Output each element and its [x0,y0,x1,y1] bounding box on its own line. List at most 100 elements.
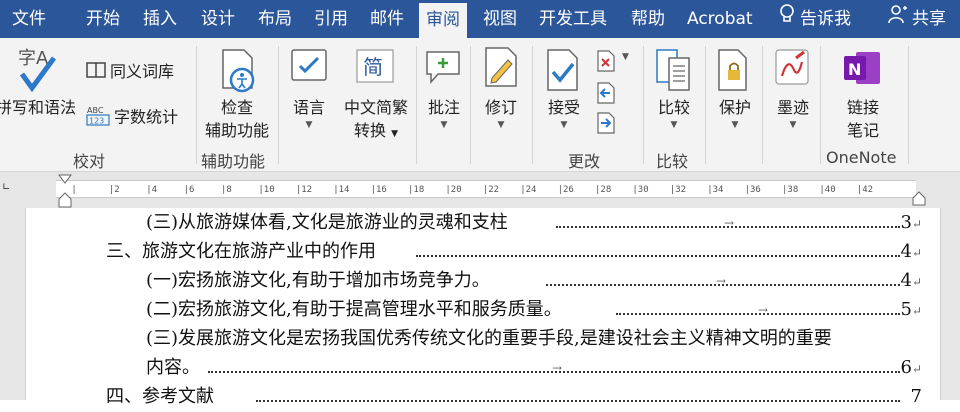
ruler-tick-label: |36 [744,185,761,195]
protect-button[interactable]: 保护 ▼ [714,96,756,131]
ruler-tick-label: |30 [632,185,649,195]
group-label-accessibility: 辅助功能 [201,152,266,171]
toc-entry: (三)发展旅游文化是宏扬我国优秀传统文化的重要手段,是建设社会主义精神文明的重要 [146,328,832,349]
ruler-tick-label: |18 [408,185,425,195]
tab-developer[interactable]: 开发工具 [539,0,607,38]
dot-leader [416,237,900,257]
tab-home[interactable]: 开始 [86,0,120,38]
tell-me-label: 告诉我 [800,9,851,29]
language-icon [290,48,328,90]
ruler-tick-label: |6 [183,185,195,195]
paragraph-mark-icon: ↵ [911,217,922,231]
horizontal-ruler[interactable]: ∟ | |2 |4 |6 |8 |10 |12 |14 |16 |18 |20 |22 |24 |26 |2… [0,172,960,208]
group-separator [762,46,763,164]
group-separator [278,46,279,164]
group-separator [470,46,471,164]
previous-change-icon[interactable] [596,82,616,108]
reject-icon[interactable] [596,50,616,76]
compare-icon [655,48,693,96]
comment-icon [424,48,462,90]
chevron-down-icon: ▼ [670,120,678,130]
comments-button[interactable]: 批注 ▼ [423,96,465,131]
chevron-down-icon: ▼ [789,120,797,130]
word-count-button[interactable]: ABC 123 字数统计 [86,104,178,132]
group-separator [705,46,706,164]
chevron-down-icon: ▼ [391,129,399,139]
ruler-tick-label: | [71,185,77,195]
tab-design[interactable]: 设计 [201,0,235,38]
tab-mark-icon: → [724,216,735,230]
group-separator [643,46,644,164]
tab-view[interactable]: 视图 [483,0,517,38]
scrollbar[interactable] [940,208,960,400]
lightbulb-icon [778,0,796,38]
tab-mark-icon: → [552,361,563,375]
chevron-down-icon: ▼ [440,120,448,130]
group-separator [820,46,821,164]
ruler-tick-label: |42 [856,185,874,195]
ink-icon [774,48,810,92]
tab-mark-icon: → [716,274,727,288]
indent-marker-icon[interactable] [58,174,72,212]
ruler-tick-label: |8 [221,185,232,195]
thesaurus-button[interactable]: 同义词库 [86,60,174,85]
ruler-tick-label: |38 [782,185,799,195]
ruler-tick-label: |20 [445,185,462,195]
share-label: 共享 [912,9,946,29]
tab-acrobat[interactable]: Acrobat [687,0,753,38]
ruler-tick-label: |24 [520,185,537,195]
chevron-down-icon: ▼ [731,120,739,130]
tab-layout[interactable]: 布局 [258,0,292,38]
dot-leader [256,382,900,402]
ruler-tick-label: |32 [669,185,687,195]
paragraph-mark-icon: ↵ [911,246,922,260]
tab-review[interactable]: 审阅 [419,3,467,38]
compare-button[interactable]: 比较 ▼ [653,96,695,131]
lock-document-icon [716,48,750,96]
svg-text:123: 123 [89,117,104,126]
onenote-icon: N [842,48,882,92]
chevron-down-icon: ▼ [560,120,568,130]
tab-mailings[interactable]: 邮件 [370,0,404,38]
right-indent-marker-icon[interactable] [912,188,926,210]
language-button[interactable]: 语言 ▼ [288,96,330,131]
paragraph-mark-icon: ↵ [911,275,922,289]
group-separator [416,46,417,164]
group-separator [532,46,533,164]
spelling-grammar-button[interactable]: 拼写和语法 [0,96,76,119]
svg-text:N: N [848,60,861,79]
tab-insert[interactable]: 插入 [143,0,177,38]
share-button[interactable]: 共享 [888,0,946,38]
tab-mark-icon: → [758,303,769,317]
tab-help[interactable]: 帮助 [631,0,665,38]
group-label-onenote: OneNote [826,148,897,167]
ruler-tick-label: |16 [370,185,387,195]
next-change-icon[interactable] [596,112,616,138]
svg-text:字A: 字A [18,48,49,69]
toc-entry: 四、参考文献 7 [106,382,922,412]
group-label-proofing: 校对 [73,152,106,171]
svg-text:简: 简 [363,55,383,79]
document-page[interactable]: (三)从旅游媒体看,文化是旅游业的灵魂和支柱 → 3↵ 三、旅游文化在旅游产业中… [0,208,960,407]
ribbon-tab-bar: 文件 开始 插入 设计 布局 引用 邮件 审阅 视图 开发工具 帮助 Acrob… [0,0,960,38]
group-label-compare: 比较 [656,152,689,171]
chinese-conversion-icon: 简 [355,48,395,90]
ruler-tick-label: |34 [707,185,724,195]
chevron-down-icon[interactable]: ▼ [622,52,629,62]
check-accessibility-button[interactable]: 检查 辅助功能 [201,96,273,142]
book-icon [86,61,106,85]
ruler-tick-label: |10 [258,185,275,195]
accept-button[interactable]: 接受 ▼ [543,96,585,131]
group-separator [908,46,909,164]
ink-button[interactable]: 墨迹 ▼ [772,96,814,131]
linked-notes-button[interactable]: 链接 笔记 [840,96,886,142]
toc-entry: 三、旅游文化在旅游产业中的作用 4↵ [106,237,922,267]
tab-references[interactable]: 引用 [314,0,348,38]
person-icon [888,0,908,38]
tell-me-box[interactable]: 告诉我 [778,0,851,38]
tab-file[interactable]: 文件 [12,0,46,38]
chinese-conversion-button[interactable]: 中文简繁 转换 ▼ [338,96,414,146]
tracking-button[interactable]: 修订 ▼ [480,96,522,131]
ruler-tick-label: |26 [557,185,574,195]
tab-selector-icon[interactable]: ∟ [2,182,10,193]
